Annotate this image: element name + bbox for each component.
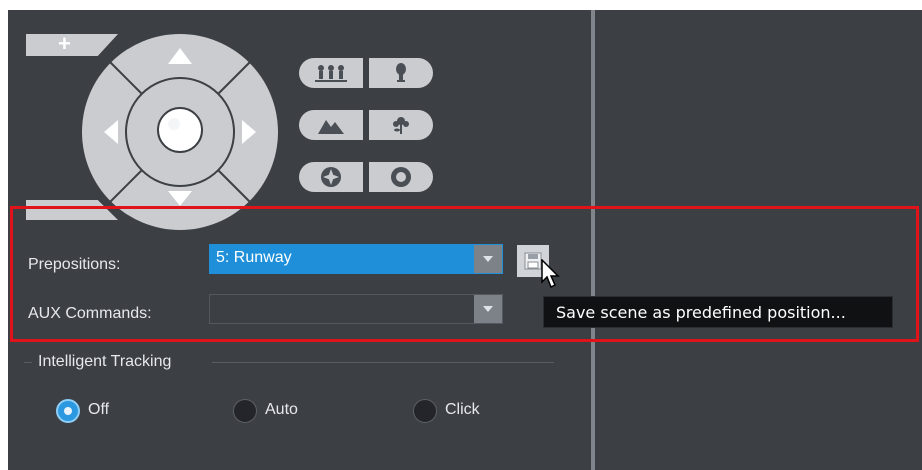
mountain-icon	[318, 120, 344, 134]
aux-commands-label: AUX Commands:	[28, 305, 152, 322]
save-tooltip: Save scene as predefined position...	[543, 296, 893, 328]
section-rule-right	[212, 362, 554, 363]
flower-icon	[393, 117, 409, 134]
radio-auto-label: Auto	[265, 401, 298, 418]
zoom-out-label: −	[56, 195, 69, 220]
video-view-panel	[595, 10, 922, 470]
radio-off[interactable]	[56, 399, 80, 423]
chevron-down-icon[interactable]	[474, 295, 502, 323]
section-rule-left	[24, 362, 32, 363]
ptz-dpad[interactable]	[82, 34, 278, 230]
prepositions-dropdown[interactable]: 5: Runway	[209, 244, 503, 274]
radio-off-label: Off	[88, 401, 110, 418]
prepositions-label: Prepositions:	[28, 256, 121, 273]
iris-close-button[interactable]	[299, 162, 363, 192]
wide-view-button[interactable]	[299, 58, 363, 88]
floppy-disk-icon	[524, 252, 542, 270]
tracking-title: Intelligent Tracking	[38, 353, 172, 370]
multiple-people-icon	[315, 65, 347, 82]
iris-closed-icon	[321, 167, 341, 187]
single-person-icon	[396, 63, 406, 82]
chevron-down-icon[interactable]	[474, 245, 502, 273]
far-focus-button[interactable]	[299, 110, 363, 140]
home-icon[interactable]	[157, 107, 203, 153]
zoom-in-label: +	[58, 31, 71, 56]
aux-commands-dropdown[interactable]	[209, 294, 503, 324]
prepositions-value: 5: Runway	[216, 249, 292, 266]
radio-click-label: Click	[445, 401, 480, 418]
radio-auto[interactable]	[233, 399, 257, 423]
radio-click[interactable]	[413, 399, 437, 423]
near-focus-button[interactable]	[369, 110, 433, 140]
tele-view-button[interactable]	[369, 58, 433, 88]
iris-open-icon	[391, 167, 411, 187]
mouse-cursor-icon	[541, 259, 560, 289]
iris-open-button[interactable]	[369, 162, 433, 192]
